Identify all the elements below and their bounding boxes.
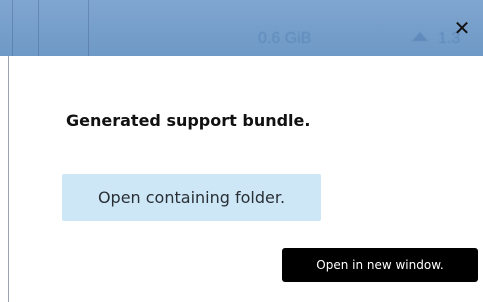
size-stat: 0.6 GiB <box>258 30 312 47</box>
toolbar-divider <box>88 0 89 56</box>
toolbar-divider <box>12 0 13 56</box>
open-in-new-window-button[interactable]: Open in new window. <box>282 248 478 282</box>
open-containing-folder-button[interactable]: Open containing folder. <box>62 174 321 221</box>
up-arrow-icon <box>412 32 428 41</box>
toolbar-divider <box>38 0 39 56</box>
support-bundle-popup: 0.6 GiB 1.3 ✕ Generated support bundle. … <box>0 0 483 302</box>
close-icon[interactable]: ✕ <box>451 16 473 40</box>
background-toolbar: 0.6 GiB 1.3 <box>0 0 483 56</box>
panel-border <box>8 56 9 302</box>
dialog-heading: Generated support bundle. <box>66 111 311 130</box>
